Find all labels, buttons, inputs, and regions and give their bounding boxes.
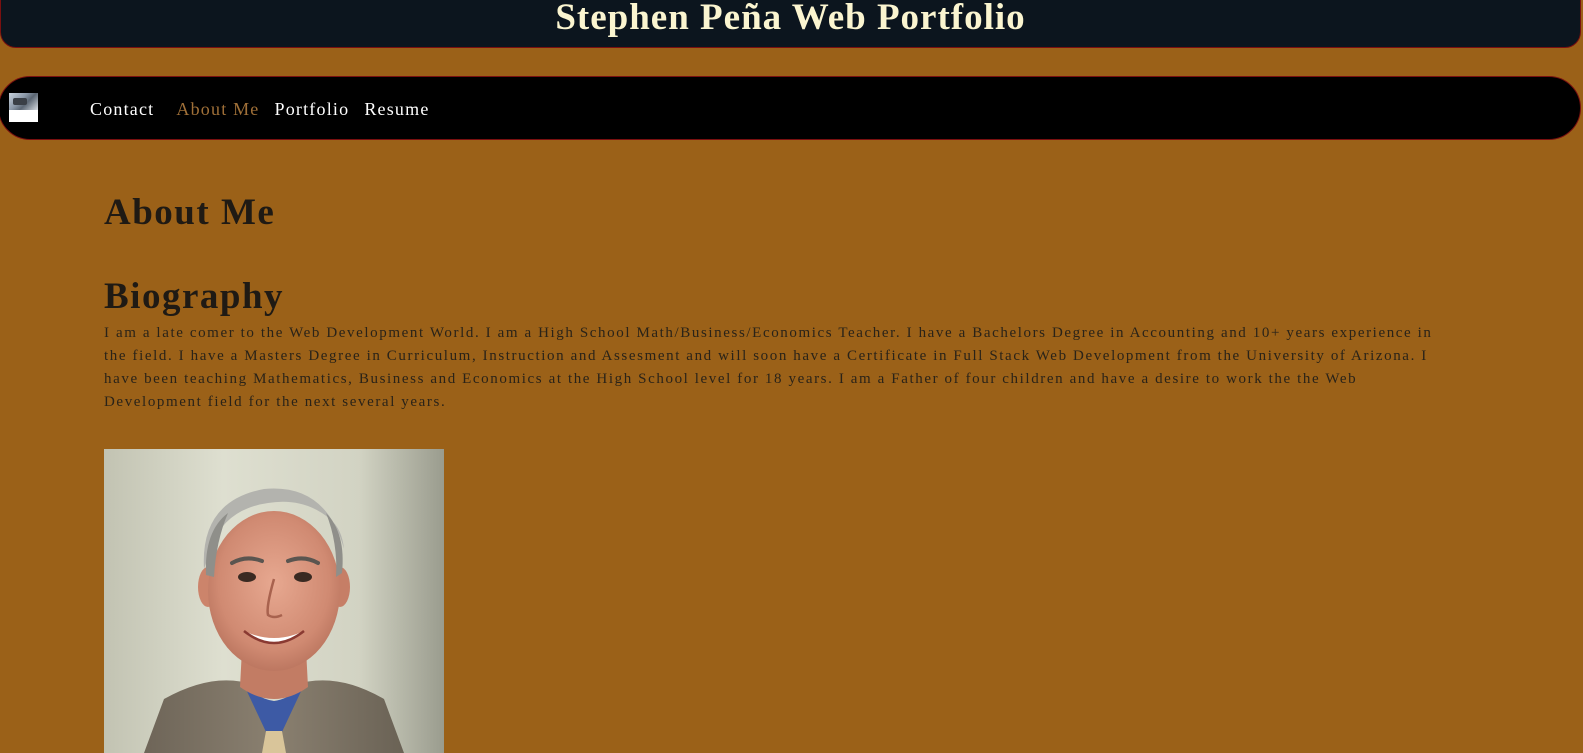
portrait-photo [104,449,444,753]
main-content: About Me Biography I am a late comer to … [104,190,1464,414]
biography-heading: Biography [104,276,285,317]
page-title: About Me [104,192,276,233]
nav-link-contact[interactable]: Contact [90,99,154,120]
nav-link-about-me[interactable]: About Me [176,99,259,120]
profile-thumbnail-icon[interactable] [9,93,38,122]
nav-link-portfolio[interactable]: Portfolio [275,99,350,120]
portrait-illustration [104,449,444,753]
nav-links: Contact About Me Portfolio Resume [90,77,430,141]
site-header: Stephen Peña Web Portfolio [0,0,1581,48]
site-title: Stephen Peña Web Portfolio [555,0,1026,38]
thumbnail-mark [13,98,27,105]
nav-bar: Contact About Me Portfolio Resume [0,76,1581,140]
biography-text: I am a late comer to the Web Development… [104,325,1433,410]
nav-link-resume[interactable]: Resume [364,99,429,120]
